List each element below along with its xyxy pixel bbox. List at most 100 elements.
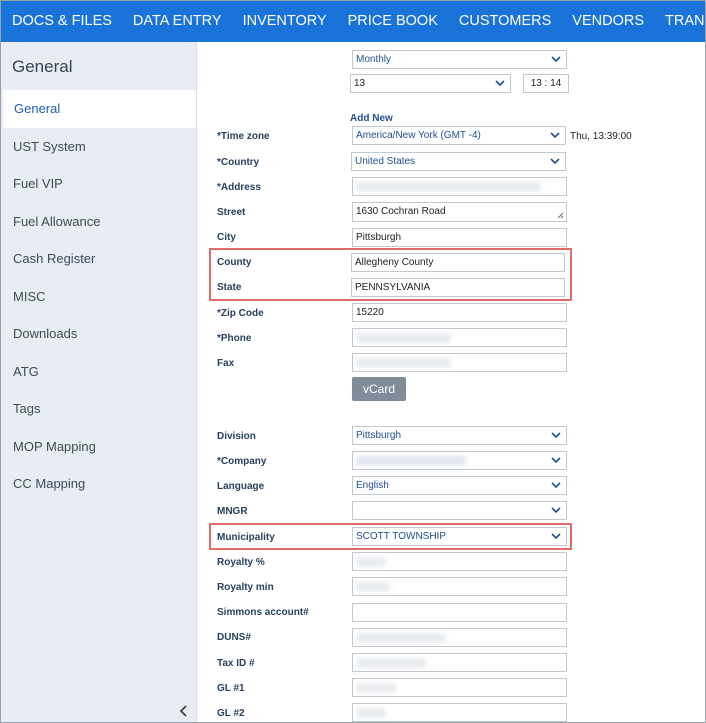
top-navigation: DOCS & FILES DATA ENTRY INVENTORY PRICE … bbox=[1, 1, 705, 42]
duns-input[interactable] bbox=[352, 628, 567, 647]
sidebar-item-tags[interactable]: Tags bbox=[1, 390, 196, 428]
redacted-value bbox=[356, 557, 386, 567]
add-new-link[interactable]: Add New bbox=[350, 113, 393, 124]
zip-label: *Zip Code bbox=[217, 308, 264, 319]
county-input[interactable]: Allegheny County bbox=[351, 253, 565, 272]
chevron-down-icon bbox=[551, 432, 561, 439]
state-input[interactable]: PENNSYLVANIA bbox=[351, 278, 565, 297]
chevron-left-icon[interactable] bbox=[177, 704, 191, 720]
sidebar-item-ust-system[interactable]: UST System bbox=[1, 128, 196, 166]
sidebar-item-fuel-allowance[interactable]: Fuel Allowance bbox=[1, 203, 196, 241]
country-value: United States bbox=[355, 156, 416, 167]
street-label: Street bbox=[217, 207, 246, 218]
nav-data-entry[interactable]: DATA ENTRY bbox=[133, 1, 222, 42]
county-value: Allegheny County bbox=[355, 257, 434, 268]
frequency-select[interactable]: Monthly bbox=[352, 50, 567, 69]
phone-input[interactable] bbox=[352, 328, 567, 347]
nav-price-book[interactable]: PRICE BOOK bbox=[348, 1, 438, 42]
chevron-down-icon bbox=[551, 507, 561, 514]
zip-input[interactable]: 15220 bbox=[352, 303, 567, 322]
chevron-down-icon bbox=[551, 457, 561, 464]
simmons-account-label: Simmons account# bbox=[217, 607, 309, 618]
city-input[interactable]: Pittsburgh bbox=[352, 228, 567, 247]
general-settings-form: Monthly 13 13 : 14 Add New *Time zone Am… bbox=[198, 42, 705, 722]
address-label: *Address bbox=[217, 182, 261, 193]
vcard-button[interactable]: vCard bbox=[352, 377, 406, 401]
chevron-down-icon bbox=[551, 56, 561, 63]
time-hours: 13 bbox=[530, 78, 542, 89]
zip-value: 15220 bbox=[356, 307, 384, 318]
current-time: Thu, 13:39:00 bbox=[570, 131, 632, 142]
royalty-pct-label: Royalty % bbox=[217, 557, 265, 568]
division-label: Division bbox=[217, 431, 256, 442]
redacted-value bbox=[356, 333, 451, 343]
timezone-select[interactable]: America/New York (GMT -4) bbox=[352, 126, 566, 145]
city-value: Pittsburgh bbox=[356, 232, 402, 243]
timezone-label: *Time zone bbox=[217, 131, 270, 142]
fax-label: Fax bbox=[217, 358, 235, 369]
resize-grip-icon[interactable] bbox=[557, 212, 564, 219]
royalty-min-label: Royalty min bbox=[217, 582, 274, 593]
nav-transactions[interactable]: TRANSACTIONS bbox=[665, 1, 705, 42]
sidebar-item-fuel-vip[interactable]: Fuel VIP bbox=[1, 165, 196, 203]
app-window: DOCS & FILES DATA ENTRY INVENTORY PRICE … bbox=[0, 0, 706, 723]
gl1-label: GL #1 bbox=[217, 683, 245, 694]
sidebar-item-downloads[interactable]: Downloads bbox=[1, 315, 196, 353]
day-value: 13 bbox=[354, 78, 366, 89]
sidebar-item-general[interactable]: General bbox=[3, 90, 196, 128]
nav-docs-files[interactable]: DOCS & FILES bbox=[12, 1, 112, 42]
municipality-value: SCOTT TOWNSHIP bbox=[356, 531, 447, 542]
royalty-pct-input[interactable] bbox=[352, 552, 567, 571]
nav-inventory[interactable]: INVENTORY bbox=[243, 1, 327, 42]
time-minutes: 14 bbox=[550, 78, 562, 89]
municipality-select[interactable]: SCOTT TOWNSHIP bbox=[352, 527, 567, 546]
mngr-select[interactable] bbox=[352, 501, 567, 520]
sidebar-item-misc[interactable]: MISC bbox=[1, 278, 196, 316]
day-select[interactable]: 13 bbox=[350, 74, 511, 93]
sidebar-item-cc-mapping[interactable]: CC Mapping bbox=[1, 465, 196, 503]
division-value: Pittsburgh bbox=[356, 430, 402, 441]
sidebar-item-mop-mapping[interactable]: MOP Mapping bbox=[1, 428, 196, 466]
division-select[interactable]: Pittsburgh bbox=[352, 426, 567, 445]
simmons-account-input[interactable] bbox=[352, 603, 567, 622]
timezone-value: America/New York (GMT -4) bbox=[356, 130, 481, 141]
company-label: *Company bbox=[217, 456, 267, 467]
company-select[interactable] bbox=[352, 451, 567, 470]
tax-id-input[interactable] bbox=[352, 653, 567, 672]
chevron-down-icon bbox=[551, 482, 561, 489]
language-select[interactable]: English bbox=[352, 476, 567, 495]
sidebar-item-cash-register[interactable]: Cash Register bbox=[1, 240, 196, 278]
chevron-down-icon bbox=[495, 80, 505, 87]
county-label: County bbox=[217, 257, 252, 268]
country-select[interactable]: United States bbox=[351, 152, 566, 171]
nav-vendors[interactable]: VENDORS bbox=[572, 1, 644, 42]
sidebar-item-atg[interactable]: ATG bbox=[1, 353, 196, 391]
chevron-down-icon bbox=[551, 533, 561, 540]
royalty-min-input[interactable] bbox=[352, 577, 567, 596]
state-label: State bbox=[217, 282, 242, 293]
redacted-value bbox=[356, 658, 426, 668]
street-textarea[interactable]: 1630 Cochran Road bbox=[352, 202, 567, 222]
street-value: 1630 Cochran Road bbox=[356, 206, 446, 217]
tax-id-label: Tax ID # bbox=[217, 658, 255, 669]
address-input[interactable] bbox=[352, 177, 567, 196]
phone-label: *Phone bbox=[217, 333, 252, 344]
chevron-down-icon bbox=[550, 132, 560, 139]
language-value: English bbox=[356, 480, 389, 491]
time-input[interactable]: 13 : 14 bbox=[523, 74, 569, 93]
frequency-value: Monthly bbox=[356, 54, 392, 65]
sidebar-title: General bbox=[12, 57, 73, 76]
mngr-label: MNGR bbox=[217, 506, 248, 517]
gl2-input[interactable] bbox=[352, 703, 567, 722]
duns-label: DUNS# bbox=[217, 632, 251, 643]
state-value: PENNSYLVANIA bbox=[355, 282, 431, 293]
fax-input[interactable] bbox=[352, 353, 567, 372]
nav-customers[interactable]: CUSTOMERS bbox=[459, 1, 551, 42]
redacted-value bbox=[356, 456, 466, 466]
redacted-value bbox=[356, 358, 451, 368]
gl1-input[interactable] bbox=[352, 678, 567, 697]
redacted-value bbox=[356, 582, 391, 592]
sidebar: General General UST System Fuel VIP Fuel… bbox=[1, 42, 197, 722]
municipality-label: Municipality bbox=[217, 532, 275, 543]
redacted-value bbox=[356, 182, 541, 192]
